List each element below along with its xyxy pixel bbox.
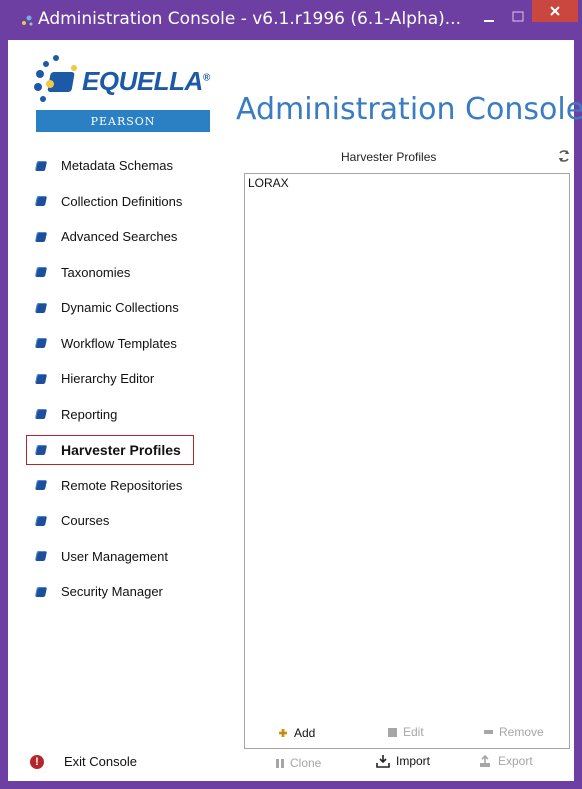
minimize-button[interactable] [472, 6, 506, 32]
add-icon [278, 728, 288, 738]
import-button[interactable]: Import [376, 754, 430, 768]
sidebar-item-label: Advanced Searches [61, 229, 178, 245]
sidebar-item-label: Collection Definitions [61, 193, 183, 209]
sidebar-item-label: Hierarchy Editor [61, 371, 155, 387]
add-label: Add [294, 726, 316, 740]
exit-console-label: Exit Console [64, 754, 137, 769]
sidebar-item-taxonomies[interactable]: Taxonomies [22, 255, 212, 291]
pearson-bar: PEARSON [36, 110, 210, 132]
sidebar-item-label: Metadata Schemas [61, 158, 174, 174]
clone-icon [276, 758, 284, 768]
sidebar-item-workflow-templates[interactable]: Workflow Templates [22, 326, 212, 362]
remove-button[interactable]: Remove [484, 725, 544, 739]
clone-label: Clone [290, 756, 322, 770]
sidebar-item-security-manager[interactable]: Security Manager [22, 574, 212, 610]
sidebar-item-metadata-schemas[interactable]: Metadata Schemas [22, 148, 212, 184]
clone-button[interactable]: Clone [276, 756, 321, 770]
edit-label: Edit [403, 725, 424, 739]
sidebar-item-collection-definitions[interactable]: Collection Definitions [22, 184, 212, 220]
app-icon [22, 15, 33, 26]
sidebar-item-label: Security Manager [61, 584, 163, 600]
active-item-outline [26, 435, 194, 465]
equella-brand-text: EQUELLA® [82, 66, 210, 96]
nav-bullet-icon [34, 267, 48, 278]
sidebar-item-label: Workflow Templates [61, 335, 177, 351]
remove-icon [484, 729, 493, 735]
list-item[interactable]: LORAX [248, 176, 289, 190]
sidebar-item-label: Taxonomies [61, 264, 131, 280]
nav-bullet-icon [34, 444, 48, 455]
export-button[interactable]: Export [478, 754, 533, 768]
nav-bullet-icon [34, 302, 48, 313]
sidebar-item-user-management[interactable]: User Management [22, 539, 212, 575]
import-label: Import [396, 754, 431, 768]
sidebar-item-remote-repositories[interactable]: Remote Repositories [22, 468, 212, 504]
sidebar-nav: Metadata Schemas Collection Definitions … [22, 148, 212, 610]
nav-bullet-icon [34, 515, 48, 526]
window-bottom-border [0, 781, 582, 789]
nav-bullet-icon [34, 373, 48, 384]
close-button[interactable] [532, 0, 578, 22]
sidebar-item-courses[interactable]: Courses [22, 503, 212, 539]
remove-label: Remove [499, 725, 544, 739]
add-button[interactable]: Add [278, 726, 315, 740]
page-title: Administration Console [236, 92, 582, 127]
exit-console-button[interactable]: ! Exit Console [30, 754, 137, 769]
sidebar-item-label: Remote Repositories [61, 477, 183, 493]
sidebar-item-advanced-searches[interactable]: Advanced Searches [22, 219, 212, 255]
maximize-icon [512, 11, 524, 22]
exit-alert-icon: ! [30, 754, 44, 769]
sidebar-item-hierarchy-editor[interactable]: Hierarchy Editor [22, 361, 212, 397]
nav-bullet-icon [34, 160, 48, 171]
close-icon [550, 6, 560, 16]
edit-icon [388, 727, 397, 737]
sidebar-item-label: Reporting [61, 406, 118, 422]
client-area: EQUELLA® PEARSON Administration Console … [8, 40, 582, 781]
export-label: Export [498, 754, 533, 768]
title-bar[interactable]: Administration Console - v6.1.r1996 (6.1… [0, 0, 582, 40]
import-icon [376, 754, 390, 768]
edit-button[interactable]: Edit [388, 725, 424, 739]
sidebar-item-reporting[interactable]: Reporting [22, 397, 212, 433]
nav-bullet-icon [34, 196, 48, 207]
window-title: Administration Console - v6.1.r1996 (6.1… [38, 9, 461, 29]
sidebar-item-dynamic-collections[interactable]: Dynamic Collections [22, 290, 212, 326]
sidebar-item-harvester-profiles[interactable]: Harvester Profiles [22, 432, 212, 468]
nav-bullet-icon [34, 231, 48, 242]
export-icon [478, 754, 492, 768]
sidebar-item-label: Dynamic Collections [61, 300, 179, 316]
maximize-button[interactable] [504, 4, 532, 30]
refresh-icon[interactable] [557, 149, 571, 163]
panel-title: Harvester Profiles [341, 150, 437, 164]
sidebar-item-label: Courses [61, 513, 110, 529]
harvester-profiles-list[interactable]: LORAX [244, 173, 570, 749]
minimize-icon [484, 20, 494, 22]
nav-bullet-icon [34, 586, 48, 597]
equella-logo: EQUELLA® PEARSON [28, 50, 210, 136]
nav-bullet-icon [34, 338, 48, 349]
nav-bullet-icon [34, 551, 48, 562]
app-window: Administration Console - v6.1.r1996 (6.1… [0, 0, 582, 789]
sidebar-item-label: User Management [61, 548, 168, 564]
nav-bullet-icon [34, 480, 48, 491]
logo-dots-icon [34, 55, 77, 102]
nav-bullet-icon [34, 409, 48, 420]
